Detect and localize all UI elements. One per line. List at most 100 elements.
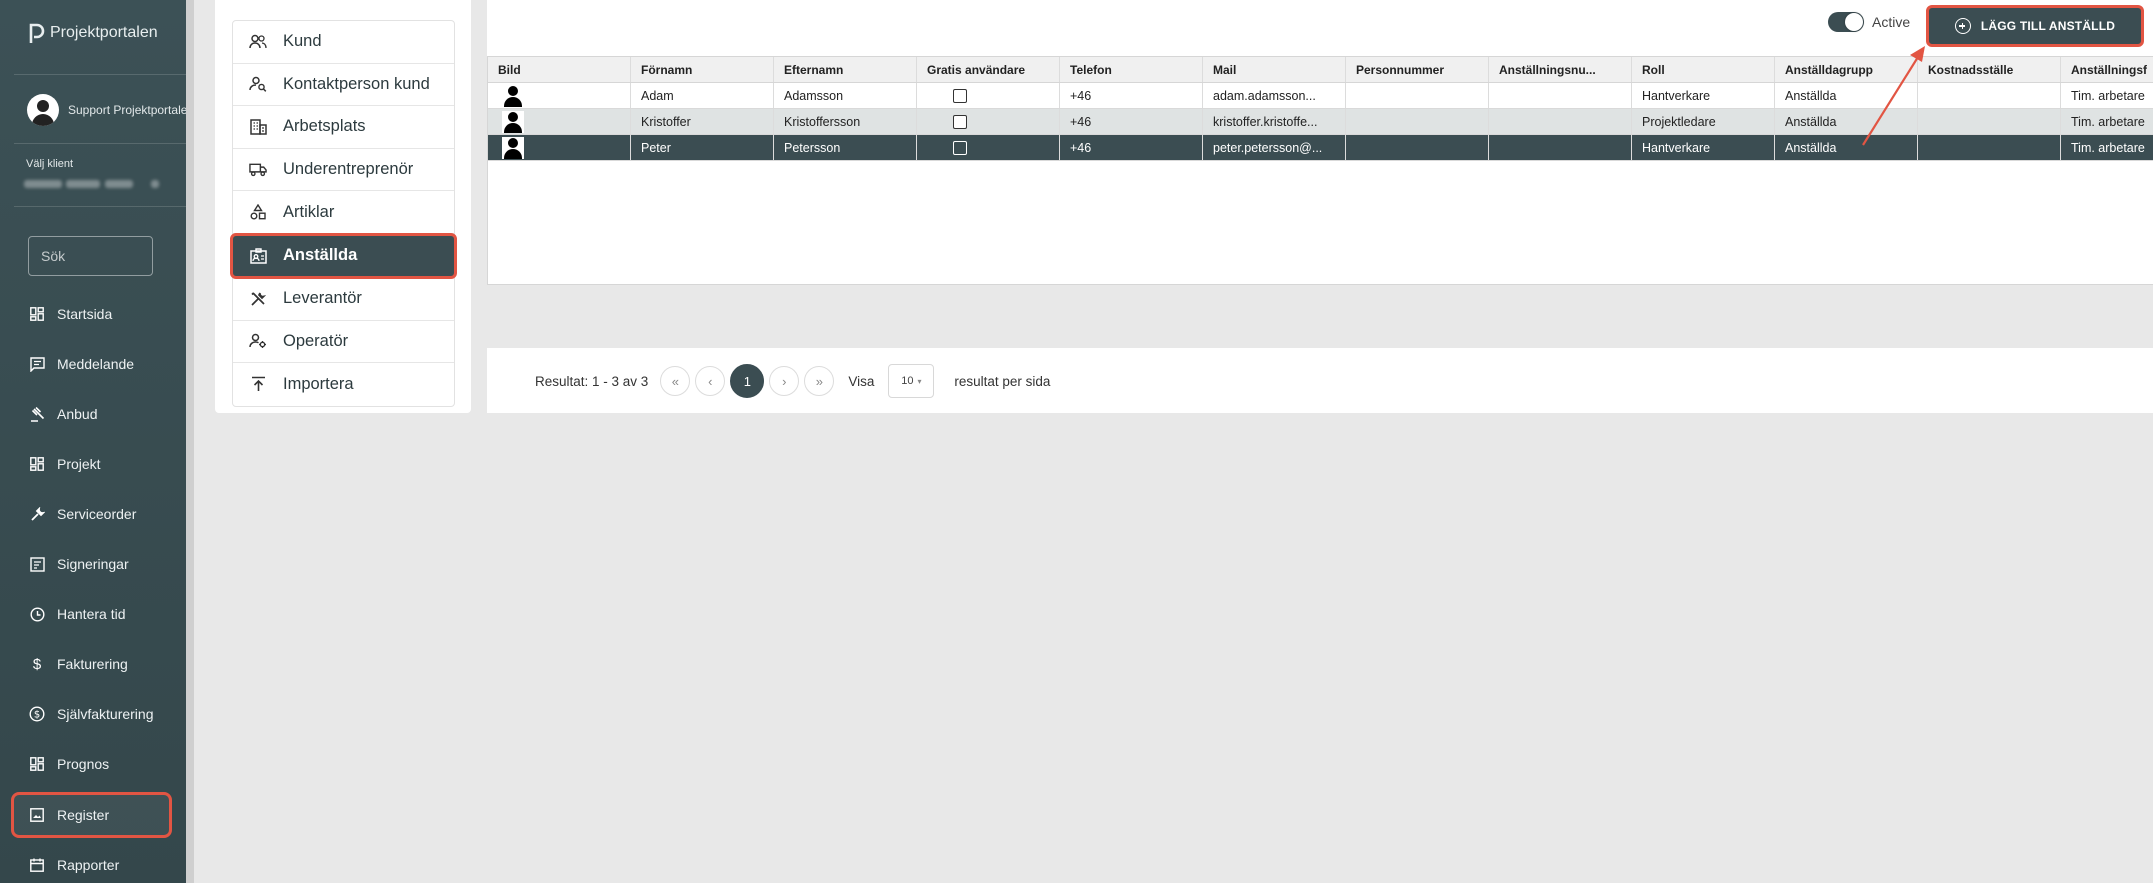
table-row[interactable]: Kristoffer Kristoffersson +46 kristoffer… [488,109,2153,135]
result-count: Resultat: 1 - 3 av 3 [535,373,649,389]
column-header[interactable]: Telefon [1060,57,1203,82]
app-logo[interactable]: Projektportalen [28,22,158,44]
wrench-icon [29,506,45,522]
person-gear-icon [249,332,267,350]
nav-item-sjalvfakturering[interactable]: $ Självfakturering [14,694,170,734]
settings-item-underentreprenor[interactable]: Underentreprenör [233,149,454,192]
photo-cell [488,109,631,134]
clock-icon [29,606,45,622]
column-header[interactable]: Efternamn [774,57,917,82]
table-body: Adam Adamsson +46 adam.adamsson... Hantv… [488,83,2153,161]
dollar-icon: $ [32,655,42,673]
last-name-cell: Petersson [774,135,917,160]
settings-item-operator[interactable]: Operatör [233,321,454,364]
nav-item-anbud[interactable]: Anbud [14,394,170,434]
per-page-value: 10 [901,375,914,387]
nav-label: Prognos [57,756,110,772]
client-select[interactable] [24,175,164,189]
settings-item-kund[interactable]: Kund [233,21,454,64]
mail-cell: peter.petersson@... [1203,135,1346,160]
message-icon [29,356,45,372]
nav-item-signeringar[interactable]: Signeringar [14,544,170,584]
per-page-select[interactable]: 10 ▾ [888,364,935,398]
cost-center-cell [1918,83,2061,108]
nav-item-rapporter[interactable]: Rapporter [14,845,170,883]
employment-number-cell [1489,109,1632,134]
pnr-cell [1346,109,1489,134]
first-name-cell: Adam [631,83,774,108]
last-name-cell: Adamsson [774,83,917,108]
next-page-button[interactable]: › [769,366,800,396]
user-name: Support Projektportalen [68,103,195,117]
people-icon [249,33,267,51]
sidebar: Projektportalen Support Projektportalen … [0,0,194,883]
building-icon [249,118,267,136]
logo-text: Projektportalen [50,24,158,41]
nav-item-hantera-tid[interactable]: Hantera tid [14,594,170,634]
column-header[interactable]: Bild [488,57,631,82]
table-header: Bild Förnamn Efternamn Gratis användare … [488,57,2153,83]
first-name-cell: Peter [631,135,774,160]
free-user-checkbox[interactable] [953,88,967,103]
person-icon [502,136,524,159]
settings-item-kontaktperson-kund[interactable]: Kontaktperson kund [233,64,454,107]
search-field[interactable] [28,236,153,276]
table-row[interactable]: Adam Adamsson +46 adam.adamsson... Hantv… [488,83,2153,109]
column-header[interactable]: Kostnadsställe [1918,57,2061,82]
last-page-button[interactable]: » [804,366,835,396]
nav-item-meddelande[interactable]: Meddelande [14,344,170,384]
dashboard-icon [29,306,45,322]
per-page-suffix: resultat per sida [954,373,1051,389]
nav-item-serviceorder[interactable]: Serviceorder [14,494,170,534]
add-employee-button[interactable]: LÄGG TILL ANSTÄLLD [1926,5,2144,47]
column-header[interactable]: Gratis användare [917,57,1060,82]
nav-item-register[interactable]: Register [11,792,172,838]
settings-label: Anställda [283,246,358,265]
nav-item-projekt[interactable]: Projekt [14,444,170,484]
free-user-checkbox[interactable] [953,140,967,155]
column-header[interactable]: Personnummer [1346,57,1489,82]
first-page-button[interactable]: « [660,366,691,396]
free-user-cell [917,83,1060,108]
sidebar-scrollbar[interactable] [186,0,194,883]
role-cell: Hantverkare [1632,135,1775,160]
active-filter[interactable]: Active [1828,12,1910,32]
pagination: Resultat: 1 - 3 av 3 « ‹ 1 › » Visa 10 ▾… [535,364,1051,398]
nav-item-fakturering[interactable]: $ Fakturering [14,644,170,684]
active-toggle[interactable] [1828,12,1864,32]
settings-item-artiklar[interactable]: Artiklar [233,191,454,234]
mail-cell: adam.adamsson... [1203,83,1346,108]
settings-item-importera[interactable]: Importera [233,363,454,406]
column-header[interactable]: Förnamn [631,57,774,82]
settings-item-arbetsplats[interactable]: Arbetsplats [233,106,454,149]
nav-item-prognos[interactable]: Prognos [14,744,170,784]
image-icon [29,807,45,823]
settings-item-anstallda[interactable]: Anställda [230,232,457,279]
nav-label: Fakturering [57,656,128,672]
search-input[interactable] [29,237,152,275]
column-header[interactable]: Anställdagrupp [1775,57,1918,82]
group-cell: Anställda [1775,109,1918,134]
chevron-down-icon: ▾ [917,376,922,386]
table-row[interactable]: Peter Petersson +46 peter.petersson@... … [488,135,2153,161]
nav-label: Hantera tid [57,606,126,622]
group-cell: Anställda [1775,83,1918,108]
column-header[interactable]: Anställningsfo [2061,57,2147,82]
nav-item-startsida[interactable]: Startsida [14,294,170,334]
column-header[interactable]: Roll [1632,57,1775,82]
free-user-checkbox[interactable] [953,114,967,129]
phone-cell: +46 [1060,83,1203,108]
employment-number-cell [1489,135,1632,160]
column-header[interactable]: Mail [1203,57,1346,82]
nav-label: Meddelande [57,356,135,372]
last-name-cell: Kristoffersson [774,109,917,134]
page-1-button[interactable]: 1 [730,364,765,398]
employment-number-cell [1489,83,1632,108]
show-label: Visa [848,373,875,389]
settings-label: Arbetsplats [283,117,366,136]
settings-item-leverantor[interactable]: Leverantör [233,278,454,321]
column-header[interactable]: Anställningsnu... [1489,57,1632,82]
prev-page-button[interactable]: ‹ [695,366,726,396]
user-profile[interactable]: Support Projektportalen [27,94,194,126]
mail-cell: kristoffer.kristoffe... [1203,109,1346,134]
